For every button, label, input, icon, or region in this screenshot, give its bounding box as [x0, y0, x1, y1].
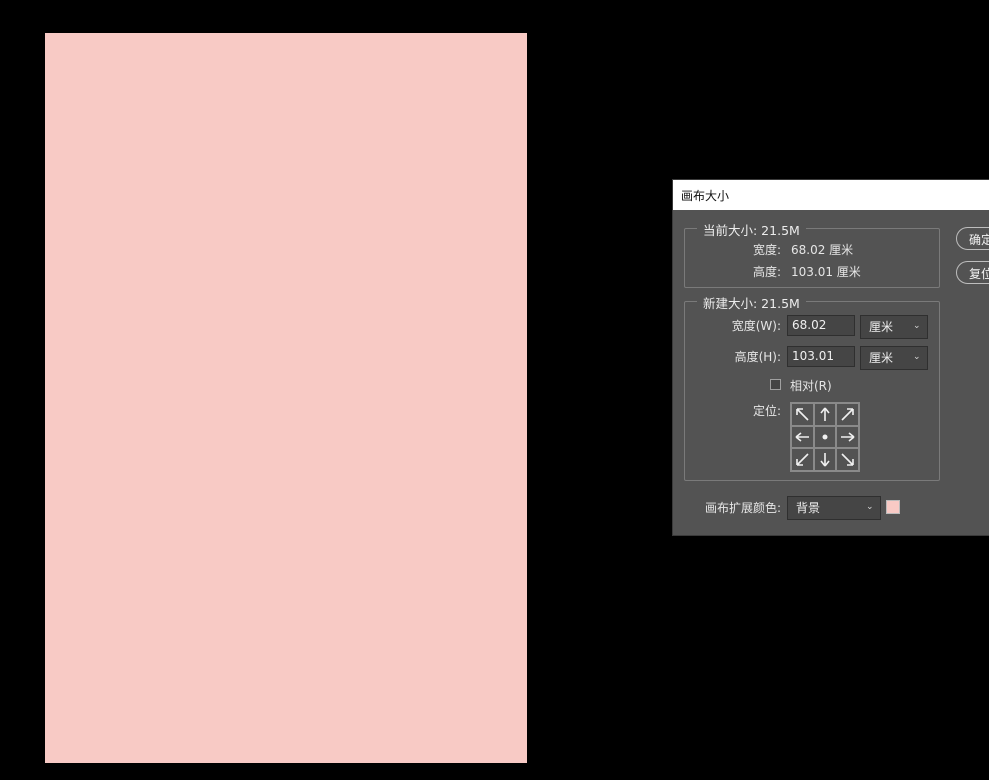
arrow-up-icon — [820, 407, 830, 422]
dot-icon — [822, 434, 828, 440]
document-canvas — [45, 33, 527, 763]
chevron-down-icon: ⌄ — [913, 352, 921, 362]
height-unit-value: 厘米 — [869, 351, 894, 365]
arrow-down-icon — [820, 452, 830, 467]
relative-checkbox[interactable] — [770, 379, 781, 390]
extension-color-label: 画布扩展颜色: — [704, 501, 781, 515]
new-height-label: 高度(H): — [734, 350, 781, 364]
anchor-bottom[interactable] — [813, 448, 837, 471]
current-size-legend: 当前大小: 21.5M — [697, 220, 806, 239]
arrow-right-icon — [840, 432, 855, 442]
width-unit-value: 厘米 — [869, 320, 894, 334]
arrow-up-left-icon — [796, 408, 809, 421]
new-width-label: 宽度(W): — [731, 319, 781, 333]
anchor-left[interactable] — [791, 425, 814, 449]
arrow-down-right-icon — [841, 453, 854, 466]
new-size-legend: 新建大小: 21.5M — [697, 293, 806, 312]
height-input[interactable]: 103.01 — [787, 346, 855, 367]
dialog-title: 画布大小 — [681, 189, 730, 203]
anchor-center[interactable] — [813, 425, 837, 449]
ok-button[interactable]: 确定 — [956, 227, 989, 250]
current-height-label: 高度: — [752, 265, 781, 279]
current-width-value: 68.02 厘米 — [791, 243, 854, 257]
anchor-bottom-left[interactable] — [791, 448, 814, 471]
chevron-down-icon: ⌄ — [866, 502, 874, 512]
extension-color-swatch[interactable] — [886, 500, 900, 514]
arrow-up-right-icon — [841, 408, 854, 421]
relative-label[interactable]: 相对(R) — [790, 377, 832, 394]
anchor-label: 定位: — [752, 404, 781, 418]
chevron-down-icon: ⌄ — [913, 321, 921, 331]
arrow-left-icon — [795, 432, 810, 442]
anchor-right[interactable] — [836, 425, 859, 449]
anchor-grid — [790, 402, 860, 472]
extension-color-value: 背景 — [796, 501, 821, 515]
dialog-titlebar[interactable]: 画布大小 — [673, 180, 989, 210]
anchor-top-right[interactable] — [836, 403, 859, 426]
anchor-top[interactable] — [813, 403, 837, 426]
anchor-top-left[interactable] — [791, 403, 814, 426]
arrow-down-left-icon — [796, 453, 809, 466]
canvas-size-dialog: 画布大小 当前大小: 21.5M 宽度: 68.02 厘米 高度: 103.01… — [672, 179, 989, 536]
reset-button[interactable]: 复位 — [956, 261, 989, 284]
anchor-bottom-right[interactable] — [836, 448, 859, 471]
current-width-label: 宽度: — [752, 243, 781, 257]
extension-color-select[interactable]: 背景 ⌄ — [787, 496, 881, 520]
current-height-value: 103.01 厘米 — [791, 265, 861, 279]
width-unit-select[interactable]: 厘米 ⌄ — [860, 315, 928, 339]
width-input[interactable]: 68.02 — [787, 315, 855, 336]
height-unit-select[interactable]: 厘米 ⌄ — [860, 346, 928, 370]
